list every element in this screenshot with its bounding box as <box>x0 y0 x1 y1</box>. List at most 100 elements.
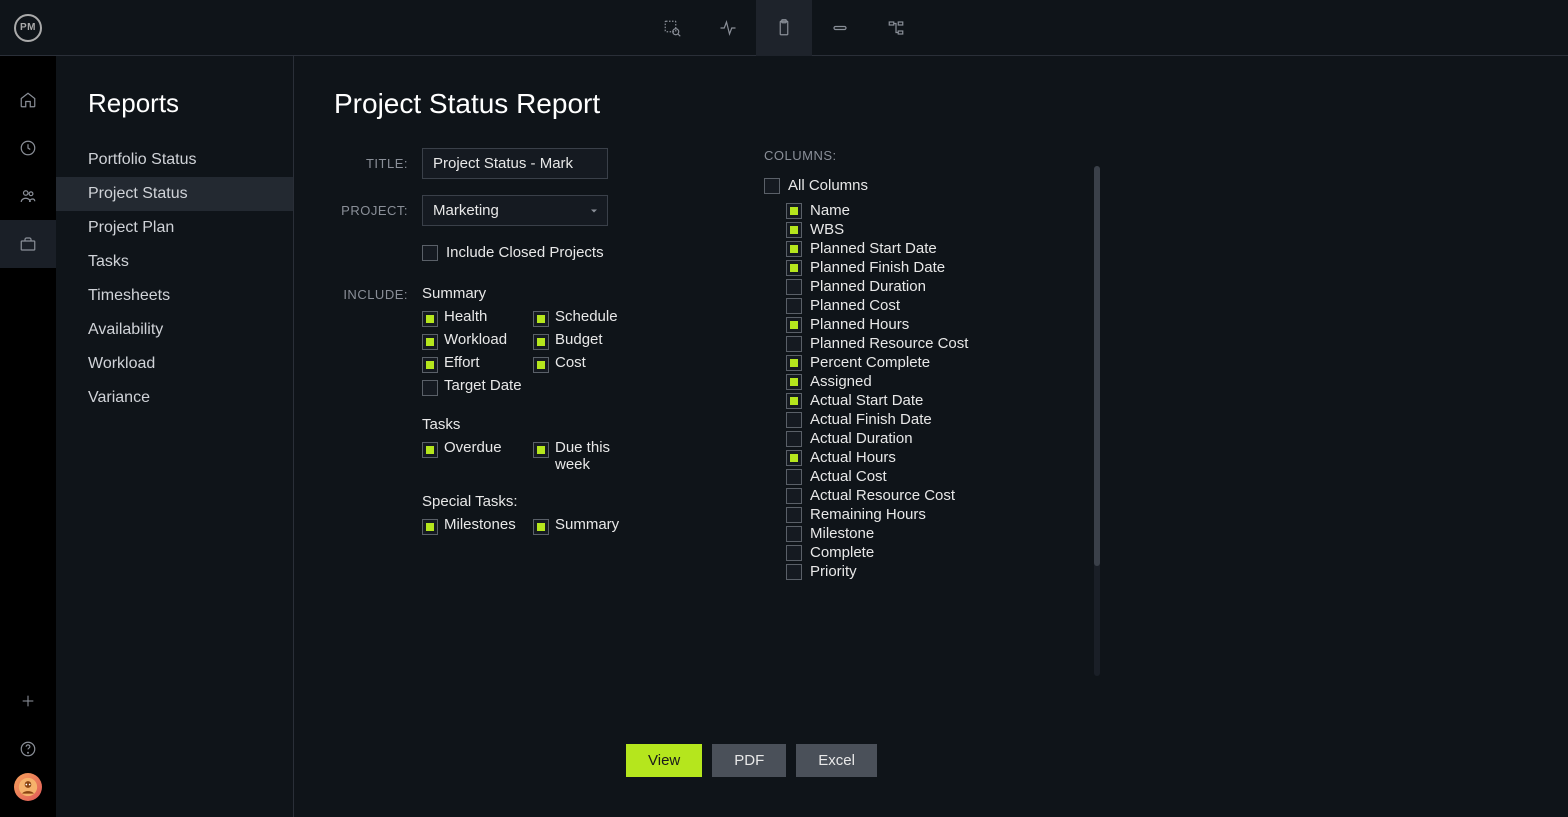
column-checkbox-actual-resource-cost[interactable] <box>786 488 802 504</box>
column-checkbox-wbs[interactable] <box>786 222 802 238</box>
column-checkbox-planned-start-date[interactable] <box>786 241 802 257</box>
column-checkbox-milestone[interactable] <box>786 526 802 542</box>
report-item-tasks[interactable]: Tasks <box>56 245 293 279</box>
summary-label: Effort <box>444 354 480 371</box>
column-checkbox-assigned[interactable] <box>786 374 802 390</box>
include-closed-checkbox[interactable] <box>422 245 438 261</box>
flow-icon[interactable] <box>868 0 924 56</box>
special-checkbox-summary[interactable] <box>533 519 549 535</box>
column-label: Actual Duration <box>810 430 913 447</box>
column-checkbox-planned-cost[interactable] <box>786 298 802 314</box>
column-checkbox-priority[interactable] <box>786 564 802 580</box>
column-checkbox-remaining-hours[interactable] <box>786 507 802 523</box>
report-item-availability[interactable]: Availability <box>56 313 293 347</box>
column-label: Planned Start Date <box>810 240 937 257</box>
column-checkbox-complete[interactable] <box>786 545 802 561</box>
column-label: Actual Cost <box>810 468 887 485</box>
include-closed-label: Include Closed Projects <box>446 244 604 261</box>
all-columns-label: All Columns <box>788 177 868 194</box>
avatar[interactable] <box>14 773 42 801</box>
team-icon[interactable] <box>0 172 56 220</box>
page-title: Project Status Report <box>334 88 1528 120</box>
special-heading: Special Tasks: <box>422 493 634 510</box>
project-label: PROJECT: <box>334 203 422 218</box>
column-checkbox-name[interactable] <box>786 203 802 219</box>
scrollbar[interactable] <box>1094 166 1100 676</box>
report-item-project-plan[interactable]: Project Plan <box>56 211 293 245</box>
columns-label: COLUMNS: <box>764 148 1084 163</box>
title-input[interactable] <box>422 148 608 179</box>
report-item-timesheets[interactable]: Timesheets <box>56 279 293 313</box>
column-checkbox-planned-hours[interactable] <box>786 317 802 333</box>
pdf-button[interactable]: PDF <box>712 744 786 777</box>
column-label: Planned Hours <box>810 316 909 333</box>
report-item-variance[interactable]: Variance <box>56 381 293 415</box>
view-button[interactable]: View <box>626 744 702 777</box>
summary-label: Workload <box>444 331 507 348</box>
summary-checkbox-cost[interactable] <box>533 357 549 373</box>
tasks-checkbox-overdue[interactable] <box>422 442 438 458</box>
tasks-label: Due this week <box>555 439 634 473</box>
tasks-checkbox-due-this-week[interactable] <box>533 442 549 458</box>
tasks-label: Overdue <box>444 439 502 456</box>
help-icon[interactable] <box>0 725 56 773</box>
report-item-portfolio-status[interactable]: Portfolio Status <box>56 143 293 177</box>
main: Project Status Report TITLE: PROJECT: <box>294 56 1568 817</box>
title-label: TITLE: <box>334 156 422 171</box>
activity-icon[interactable] <box>700 0 756 56</box>
column-label: Actual Hours <box>810 449 896 466</box>
column-label: Priority <box>810 563 857 580</box>
logo-badge: PM <box>14 14 42 42</box>
report-item-project-status[interactable]: Project Status <box>56 177 293 211</box>
column-label: Name <box>810 202 850 219</box>
special-label: Milestones <box>444 516 516 533</box>
reports-icon[interactable] <box>756 0 812 56</box>
sidebar-title: Reports <box>56 88 293 143</box>
column-checkbox-actual-finish-date[interactable] <box>786 412 802 428</box>
tasks-heading: Tasks <box>422 416 634 433</box>
sidebar: Reports Portfolio StatusProject StatusPr… <box>56 56 294 817</box>
topbar-tabs <box>56 0 1512 56</box>
column-label: Remaining Hours <box>810 506 926 523</box>
column-label: Planned Cost <box>810 297 900 314</box>
summary-label: Budget <box>555 331 603 348</box>
column-checkbox-actual-start-date[interactable] <box>786 393 802 409</box>
column-label: Planned Finish Date <box>810 259 945 276</box>
special-checkbox-milestones[interactable] <box>422 519 438 535</box>
special-label: Summary <box>555 516 619 533</box>
report-item-workload[interactable]: Workload <box>56 347 293 381</box>
time-icon[interactable] <box>0 124 56 172</box>
column-label: Planned Resource Cost <box>810 335 968 352</box>
column-label: Actual Start Date <box>810 392 923 409</box>
topbar: PM <box>0 0 1568 56</box>
overview-icon[interactable] <box>644 0 700 56</box>
add-icon[interactable] <box>0 677 56 725</box>
column-label: Actual Resource Cost <box>810 487 955 504</box>
excel-button[interactable]: Excel <box>796 744 877 777</box>
column-label: Percent Complete <box>810 354 930 371</box>
summary-label: Health <box>444 308 487 325</box>
summary-label: Schedule <box>555 308 618 325</box>
briefcase-icon[interactable] <box>0 220 56 268</box>
summary-checkbox-effort[interactable] <box>422 357 438 373</box>
logo: PM <box>0 14 56 42</box>
summary-checkbox-budget[interactable] <box>533 334 549 350</box>
summary-checkbox-target-date[interactable] <box>422 380 438 396</box>
summary-label: Cost <box>555 354 586 371</box>
all-columns-checkbox[interactable] <box>764 178 780 194</box>
column-checkbox-planned-resource-cost[interactable] <box>786 336 802 352</box>
column-checkbox-actual-hours[interactable] <box>786 450 802 466</box>
project-select[interactable] <box>422 195 608 226</box>
column-checkbox-percent-complete[interactable] <box>786 355 802 371</box>
column-checkbox-planned-finish-date[interactable] <box>786 260 802 276</box>
link-icon[interactable] <box>812 0 868 56</box>
include-label: INCLUDE: <box>334 285 422 535</box>
column-label: Planned Duration <box>810 278 926 295</box>
column-checkbox-actual-cost[interactable] <box>786 469 802 485</box>
summary-checkbox-workload[interactable] <box>422 334 438 350</box>
column-checkbox-planned-duration[interactable] <box>786 279 802 295</box>
column-checkbox-actual-duration[interactable] <box>786 431 802 447</box>
summary-checkbox-health[interactable] <box>422 311 438 327</box>
home-icon[interactable] <box>0 76 56 124</box>
summary-checkbox-schedule[interactable] <box>533 311 549 327</box>
